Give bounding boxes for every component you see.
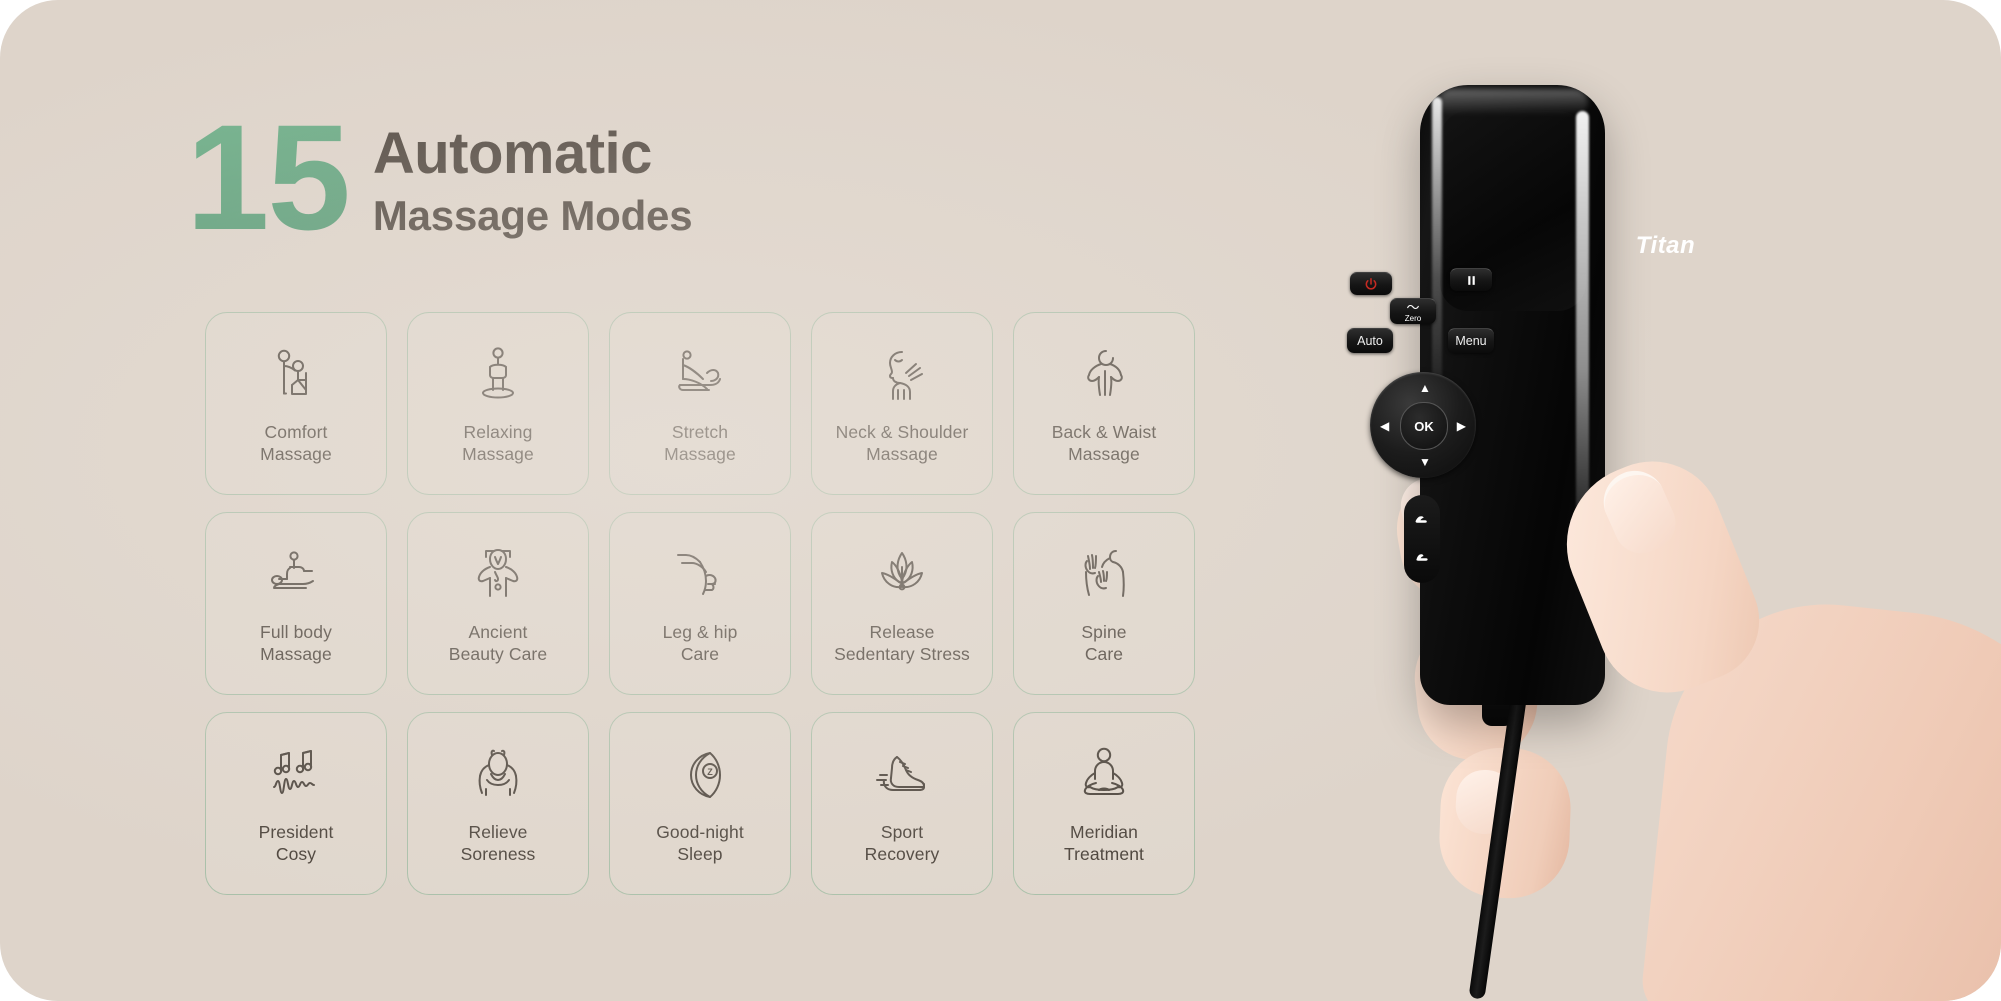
promo-banner: 15 Automatic Massage Modes Comfort Massa… [0, 0, 2001, 1001]
page-title: Automatic [372, 121, 653, 186]
mode-card[interactable]: Comfort Massage [205, 312, 387, 495]
reclining-chair-stretch-icon [664, 339, 736, 411]
pause-icon [1467, 275, 1475, 285]
massage-mode-grid: Comfort Massage Relaxing Massage Stretch… [205, 312, 1195, 910]
mode-card[interactable]: Spine Care [1013, 512, 1195, 695]
mode-count-number: 15 [186, 93, 351, 261]
mode-card[interactable]: Neck & Shoulder Massage [811, 312, 993, 495]
music-notes-waveform-icon [260, 739, 332, 811]
power-button[interactable] [1350, 272, 1392, 295]
mode-label: Good-night Sleep [656, 822, 744, 865]
dpad-up-icon[interactable]: ▲ [1419, 382, 1431, 394]
mode-card[interactable]: Back & Waist Massage [1013, 312, 1195, 495]
kneeling-stretch-person-icon [462, 339, 534, 411]
dpad-left-icon[interactable]: ◀ [1380, 420, 1389, 432]
mode-label: Spine Care [1081, 622, 1127, 665]
dpad[interactable]: ▲ ▼ ◀ ▶ OK [1370, 372, 1476, 478]
zero-g-label: Zero [1404, 313, 1422, 323]
spine-hands-icon [1068, 539, 1140, 611]
mode-card[interactable]: Stretch Massage [609, 312, 791, 495]
mode-card[interactable]: Sport Recovery [811, 712, 993, 895]
dpad-right-icon[interactable]: ▶ [1457, 420, 1466, 432]
chair-recline-legs-icon [1416, 554, 1428, 561]
mode-card[interactable]: Release Sedentary Stress [811, 512, 993, 695]
mode-card[interactable]: Meridian Treatment [1013, 712, 1195, 895]
recline-back-icon[interactable] [1414, 513, 1430, 527]
mode-card[interactable]: Full body Massage [205, 512, 387, 695]
mode-label: Full body Massage [260, 622, 332, 665]
therapist-shoulder-massage-icon [260, 339, 332, 411]
svg-text:Z: Z [707, 767, 713, 777]
menu-button[interactable]: Menu [1448, 328, 1494, 353]
crescent-moon-z-icon: Z [664, 739, 736, 811]
recline-legs-icon[interactable] [1414, 551, 1430, 565]
sore-shoulders-person-icon [462, 739, 534, 811]
banner-panel: 15 Automatic Massage Modes Comfort Massa… [0, 0, 2001, 1001]
recline-button-pad[interactable] [1404, 495, 1440, 583]
running-shoe-icon [866, 739, 938, 811]
dpad-down-icon[interactable]: ▼ [1419, 456, 1431, 468]
mode-label: Relieve Soreness [460, 822, 536, 865]
lotus-meditation-icon [1068, 739, 1140, 811]
neck-shoulder-relief-icon [866, 339, 938, 411]
zero-g-wave-icon: 〜 [1406, 299, 1420, 315]
mode-label: President Cosy [258, 822, 334, 865]
mode-label: Meridian Treatment [1063, 822, 1144, 865]
mode-card[interactable]: Leg & hip Care [609, 512, 791, 695]
mode-label: Stretch Massage [664, 422, 736, 465]
back-waist-relief-icon [1068, 339, 1140, 411]
mode-card[interactable]: Relieve Soreness [407, 712, 589, 895]
full-body-table-massage-icon [260, 539, 332, 611]
page-subtitle: Massage Modes [372, 192, 693, 240]
mode-label: Back & Waist Massage [1051, 422, 1157, 465]
mode-label: Ancient Beauty Care [448, 622, 548, 665]
mode-label: Neck & Shoulder Massage [835, 422, 969, 465]
power-icon [1365, 277, 1377, 290]
mode-label: Relaxing Massage [462, 422, 534, 465]
mode-label: Comfort Massage [260, 422, 332, 465]
zero-g-button[interactable]: 〜 Zero [1390, 298, 1436, 324]
heading-block: 15 Automatic Massage Modes [186, 93, 693, 261]
chair-recline-back-icon [1415, 516, 1427, 523]
title-block: Automatic Massage Modes [373, 108, 693, 242]
ok-button[interactable]: OK [1400, 402, 1448, 450]
mode-label: Release Sedentary Stress [834, 622, 970, 665]
lotus-flower-icon [866, 539, 938, 611]
leg-hip-care-icon [664, 539, 736, 611]
remote-control-photo: Titan 〜 Zero Auto Menu ▲ ▼ ◀ ▶ OK [1330, 0, 2001, 1001]
pause-button[interactable] [1450, 268, 1492, 291]
titan-brand-logo: Titan [1635, 232, 1696, 259]
mode-card[interactable]: President Cosy [205, 712, 387, 895]
mode-card[interactable]: Ancient Beauty Care [407, 512, 589, 695]
beauty-face-frame-icon [462, 539, 534, 611]
mode-card[interactable]: Z Good-night Sleep [609, 712, 791, 895]
mode-label: Leg & hip Care [662, 622, 738, 665]
auto-button[interactable]: Auto [1347, 328, 1393, 353]
mode-label: Sport Recovery [864, 822, 940, 865]
mode-card[interactable]: Relaxing Massage [407, 312, 589, 495]
